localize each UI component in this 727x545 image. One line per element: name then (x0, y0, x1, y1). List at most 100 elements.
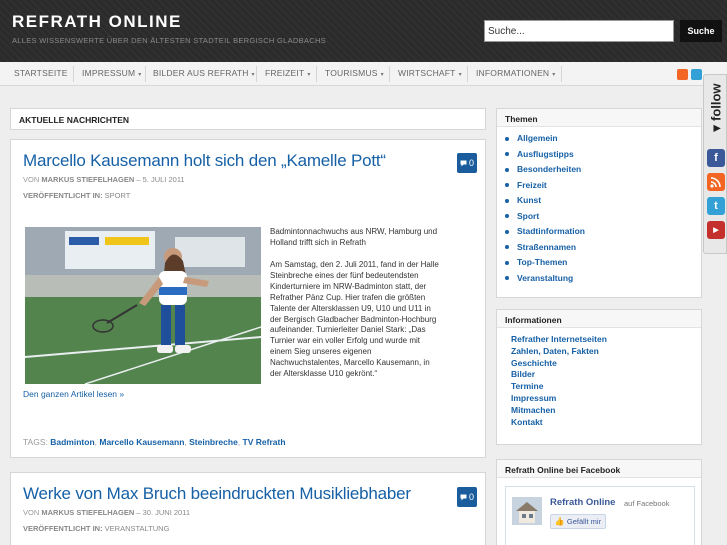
info-link[interactable]: Geschichte (511, 358, 701, 370)
bullet-icon (505, 229, 509, 234)
themen-label: Kunst (517, 195, 542, 205)
nav-divider (561, 66, 562, 82)
info-link[interactable]: Refrather Internetseiten (511, 334, 701, 346)
category-link[interactable]: VERANSTALTUNG (105, 524, 170, 533)
themen-item[interactable]: Top-Themen (505, 255, 701, 271)
nav-item-wirtschaft[interactable]: WIRTSCHAFT ▾ (398, 68, 462, 82)
themen-item[interactable]: Veranstaltung (505, 271, 701, 287)
info-link[interactable]: Bilder (511, 369, 701, 381)
sidebar-informationen: Informationen Refrather Internetseiten Z… (496, 309, 702, 445)
facebook-icon[interactable]: f (707, 149, 725, 167)
post-byline: VON MARKUS STIEFELHAGEN – 30. JUNI 2011 (23, 508, 190, 517)
twitter-icon[interactable] (691, 69, 702, 80)
follow-tab[interactable]: ◂ follow f t ▶ (703, 74, 727, 254)
house-icon (512, 497, 542, 525)
post-excerpt-body: Am Samstag, den 2. Juli 2011, fand in de… (270, 260, 439, 379)
published-label: VERÖFFENTLICHT IN: (23, 524, 103, 533)
bullet-icon (505, 214, 509, 219)
themen-item[interactable]: Sport (505, 209, 701, 225)
post-date: – 5. JULI 2011 (136, 175, 185, 184)
nav-item-informationen[interactable]: INFORMATIONEN ▾ (476, 68, 556, 82)
nav-item-tourismus[interactable]: TOURISMUS ▾ (325, 68, 384, 82)
post-category: VERÖFFENTLICHT IN: VERANSTALTUNG (23, 524, 169, 533)
chevron-down-icon: ▾ (251, 72, 255, 78)
site-title[interactable]: REFRATH ONLINE (12, 12, 182, 32)
section-title: AKTUELLE NACHRICHTEN (19, 115, 130, 125)
bullet-icon (505, 276, 509, 281)
bullet-icon (505, 183, 509, 188)
section-header: AKTUELLE NACHRICHTEN (10, 108, 486, 130)
nav-item-freizeit[interactable]: FREIZEIT ▾ (265, 68, 311, 82)
bullet-icon (505, 167, 509, 172)
tag-link[interactable]: TV Refrath (243, 437, 286, 447)
nav-label: FREIZEIT (265, 68, 305, 78)
tag-link[interactable]: Marcello Kausemann (99, 437, 184, 447)
post-title[interactable]: Werke von Max Bruch beeindruckten Musikl… (23, 484, 411, 504)
facebook-like-button[interactable]: 👍 Gefällt mir (550, 514, 606, 529)
themen-label: Sport (517, 210, 540, 221)
nav-item-startseite[interactable]: STARTSEITE (14, 68, 68, 82)
themen-item[interactable]: Stadtinformation (505, 224, 701, 240)
themen-item[interactable]: Ausflugstipps (505, 147, 701, 163)
rss-glyph (710, 177, 721, 188)
themen-item[interactable]: Freizeit (505, 178, 701, 194)
nav-label: INFORMATIONEN (476, 68, 550, 78)
themen-item[interactable]: Besonderheiten (505, 162, 701, 178)
search-input[interactable] (484, 20, 674, 42)
info-link[interactable]: Impressum (511, 393, 701, 405)
nav-divider (389, 66, 390, 82)
themen-label: Ausflugstipps (517, 148, 574, 159)
nav-item-bilder[interactable]: BILDER AUS REFRATH ▾ (153, 68, 255, 82)
themen-label: Top-Themen (517, 257, 568, 267)
nav-divider (316, 66, 317, 82)
post-title[interactable]: Marcello Kausemann holt sich den „Kamell… (23, 151, 386, 171)
themen-label: Stadtinformation (517, 226, 585, 236)
follow-text: follow (708, 83, 724, 122)
badminton-photo (25, 227, 261, 384)
rss-icon[interactable] (677, 69, 688, 80)
search-button[interactable]: Suche (680, 20, 722, 42)
tag-link[interactable]: Steinbreche (189, 437, 238, 447)
tags-label: TAGS: (23, 437, 48, 447)
read-more-link[interactable]: Den ganzen Artikel lesen » (23, 389, 124, 399)
thumbs-up-icon: 👍 (554, 517, 565, 526)
info-link[interactable]: Termine (511, 381, 701, 393)
themen-item[interactable]: Allgemein (505, 131, 701, 147)
chevron-down-icon: ▾ (458, 72, 462, 78)
themen-label: Freizeit (517, 179, 547, 190)
facebook-source-label: auf Facebook (624, 499, 670, 508)
nav-item-impressum[interactable]: IMPRESSUM ▾ (82, 68, 142, 82)
info-link[interactable]: Zahlen, Daten, Fakten (511, 346, 701, 358)
category-link[interactable]: SPORT (105, 191, 131, 200)
by-label: VON (23, 175, 40, 184)
informationen-list: Refrather Internetseiten Zahlen, Daten, … (497, 328, 701, 428)
facebook-like-box: Refrath Online auf Facebook 👍 Gefällt mi… (505, 486, 695, 545)
author-link[interactable]: MARKUS STIEFELHAGEN (41, 508, 134, 517)
author-link[interactable]: MARKUS STIEFELHAGEN (41, 175, 134, 184)
themen-item[interactable]: Kunst (505, 193, 701, 209)
like-label: Gefällt mir (566, 517, 602, 526)
youtube-icon[interactable]: ▶ (707, 221, 725, 239)
info-link[interactable]: Kontakt (511, 417, 701, 429)
post-category: VERÖFFENTLICHT IN: SPORT (23, 191, 130, 200)
post-tags: TAGS: Badminton, Marcello Kausemann, Ste… (23, 437, 286, 447)
comment-count: 0 (468, 492, 474, 502)
rss-icon[interactable] (707, 173, 725, 191)
tag-link[interactable]: Badminton (50, 437, 94, 447)
info-link[interactable]: Mitmachen (511, 405, 701, 417)
themen-label: Straßennamen (517, 241, 577, 252)
chevron-down-icon: ▾ (307, 72, 311, 78)
post-image[interactable] (25, 227, 261, 384)
sidebar-heading: Themen (497, 109, 701, 127)
comment-count-badge[interactable]: 0 (457, 487, 477, 507)
published-label: VERÖFFENTLICHT IN: (23, 191, 103, 200)
main-navigation: STARTSEITE IMPRESSUM ▾ BILDER AUS REFRATH… (0, 62, 727, 86)
nav-label: STARTSEITE (14, 68, 68, 78)
comment-count-badge[interactable]: 0 (457, 153, 477, 173)
facebook-page-avatar[interactable] (512, 497, 542, 525)
twitter-icon[interactable]: t (707, 197, 725, 215)
sidebar-facebook: Refrath Online bei Facebook Refrath Onli… (496, 459, 702, 545)
themen-item[interactable]: Straßennamen (505, 240, 701, 256)
nav-divider (73, 66, 74, 82)
facebook-page-name[interactable]: Refrath Online (550, 497, 615, 508)
